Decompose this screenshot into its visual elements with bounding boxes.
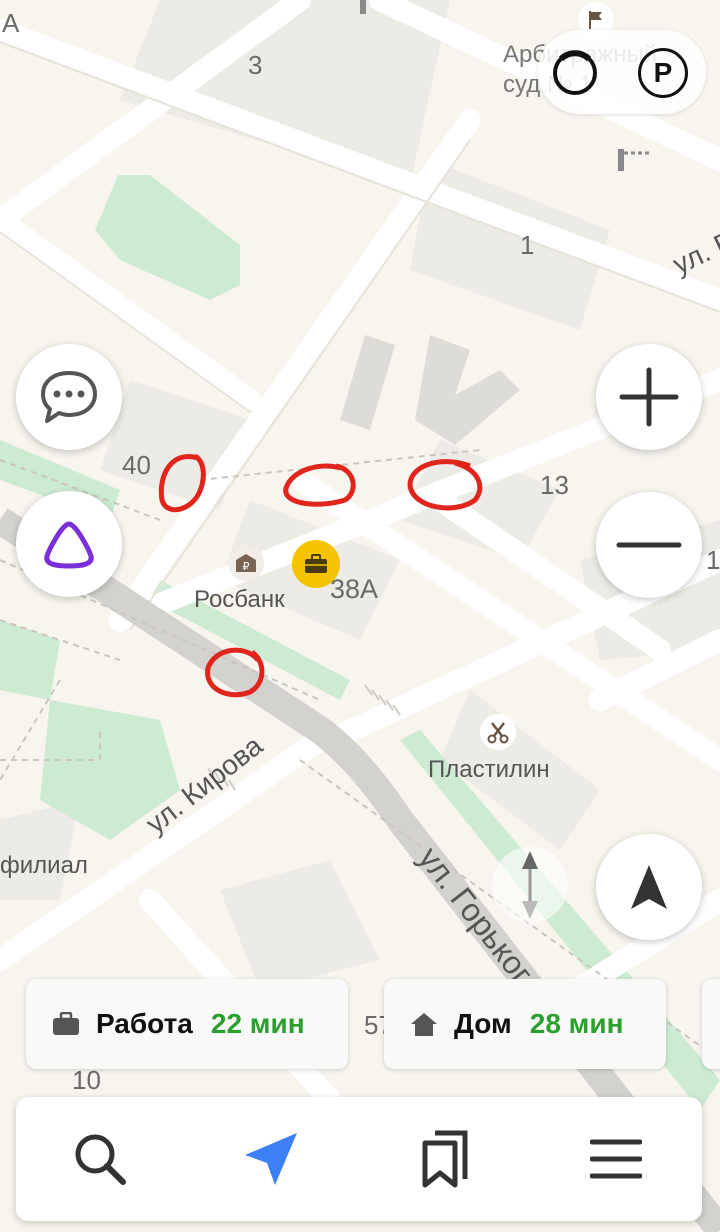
svg-text:₽: ₽ — [243, 560, 250, 573]
traffic-button[interactable] — [548, 46, 602, 100]
tab-menu[interactable] — [582, 1125, 650, 1193]
parking-icon: P — [638, 48, 688, 98]
work-label: Работа — [96, 1008, 193, 1039]
building-number: 3 — [248, 50, 263, 80]
partial-label: филиал — [0, 852, 88, 879]
alice-icon — [44, 521, 94, 569]
work-shortcut[interactable]: Работа 22 мин — [26, 979, 348, 1069]
scissors-icon[interactable] — [480, 714, 516, 750]
navigator-arrow-icon — [245, 1133, 297, 1185]
pin-icon — [360, 0, 366, 14]
traffic-icon — [553, 50, 597, 95]
location-arrow-icon — [631, 865, 667, 909]
bank-icon[interactable]: ₽ — [228, 545, 264, 581]
bookmarks-icon — [422, 1130, 468, 1188]
salon-label[interactable]: Пластилин — [428, 756, 550, 784]
compass-icon[interactable] — [490, 845, 570, 925]
building-number: 38А — [330, 574, 379, 604]
home-label: Дом — [454, 1008, 512, 1039]
partial-label: А — [2, 8, 20, 38]
building-number: 13 — [540, 470, 569, 500]
building-number: 1 — [520, 230, 535, 260]
tab-search[interactable] — [66, 1125, 134, 1193]
plus-icon — [619, 367, 679, 427]
home-travel-time: 28 мин — [529, 1008, 624, 1039]
tab-navigator[interactable] — [237, 1125, 305, 1193]
search-icon — [75, 1134, 126, 1185]
tab-bookmarks[interactable] — [411, 1125, 479, 1193]
chat-bubble-icon — [41, 371, 97, 423]
bank-label[interactable]: Росбанк — [194, 586, 285, 614]
briefcase-icon — [52, 1012, 80, 1036]
my-location-button[interactable] — [596, 834, 702, 940]
partial-label: 1 — [706, 545, 720, 575]
alice-button[interactable] — [16, 491, 122, 597]
building-number: 10 — [72, 1065, 101, 1095]
building-number: 40 — [122, 450, 151, 480]
menu-icon — [590, 1139, 642, 1179]
house-icon — [410, 1011, 438, 1037]
bottom-tab-bar — [16, 1097, 702, 1221]
zoom-in-button[interactable] — [596, 344, 702, 450]
work-pin-icon[interactable] — [292, 540, 340, 588]
chat-button[interactable] — [16, 344, 122, 450]
parking-button[interactable]: P — [634, 44, 692, 102]
next-shortcut-peek[interactable] — [702, 979, 720, 1069]
minus-icon — [616, 542, 682, 548]
home-shortcut[interactable]: Дом 28 мин — [384, 979, 666, 1069]
barrier-icon — [618, 149, 652, 171]
work-travel-time: 22 мин — [210, 1008, 305, 1039]
zoom-out-button[interactable] — [596, 492, 702, 598]
